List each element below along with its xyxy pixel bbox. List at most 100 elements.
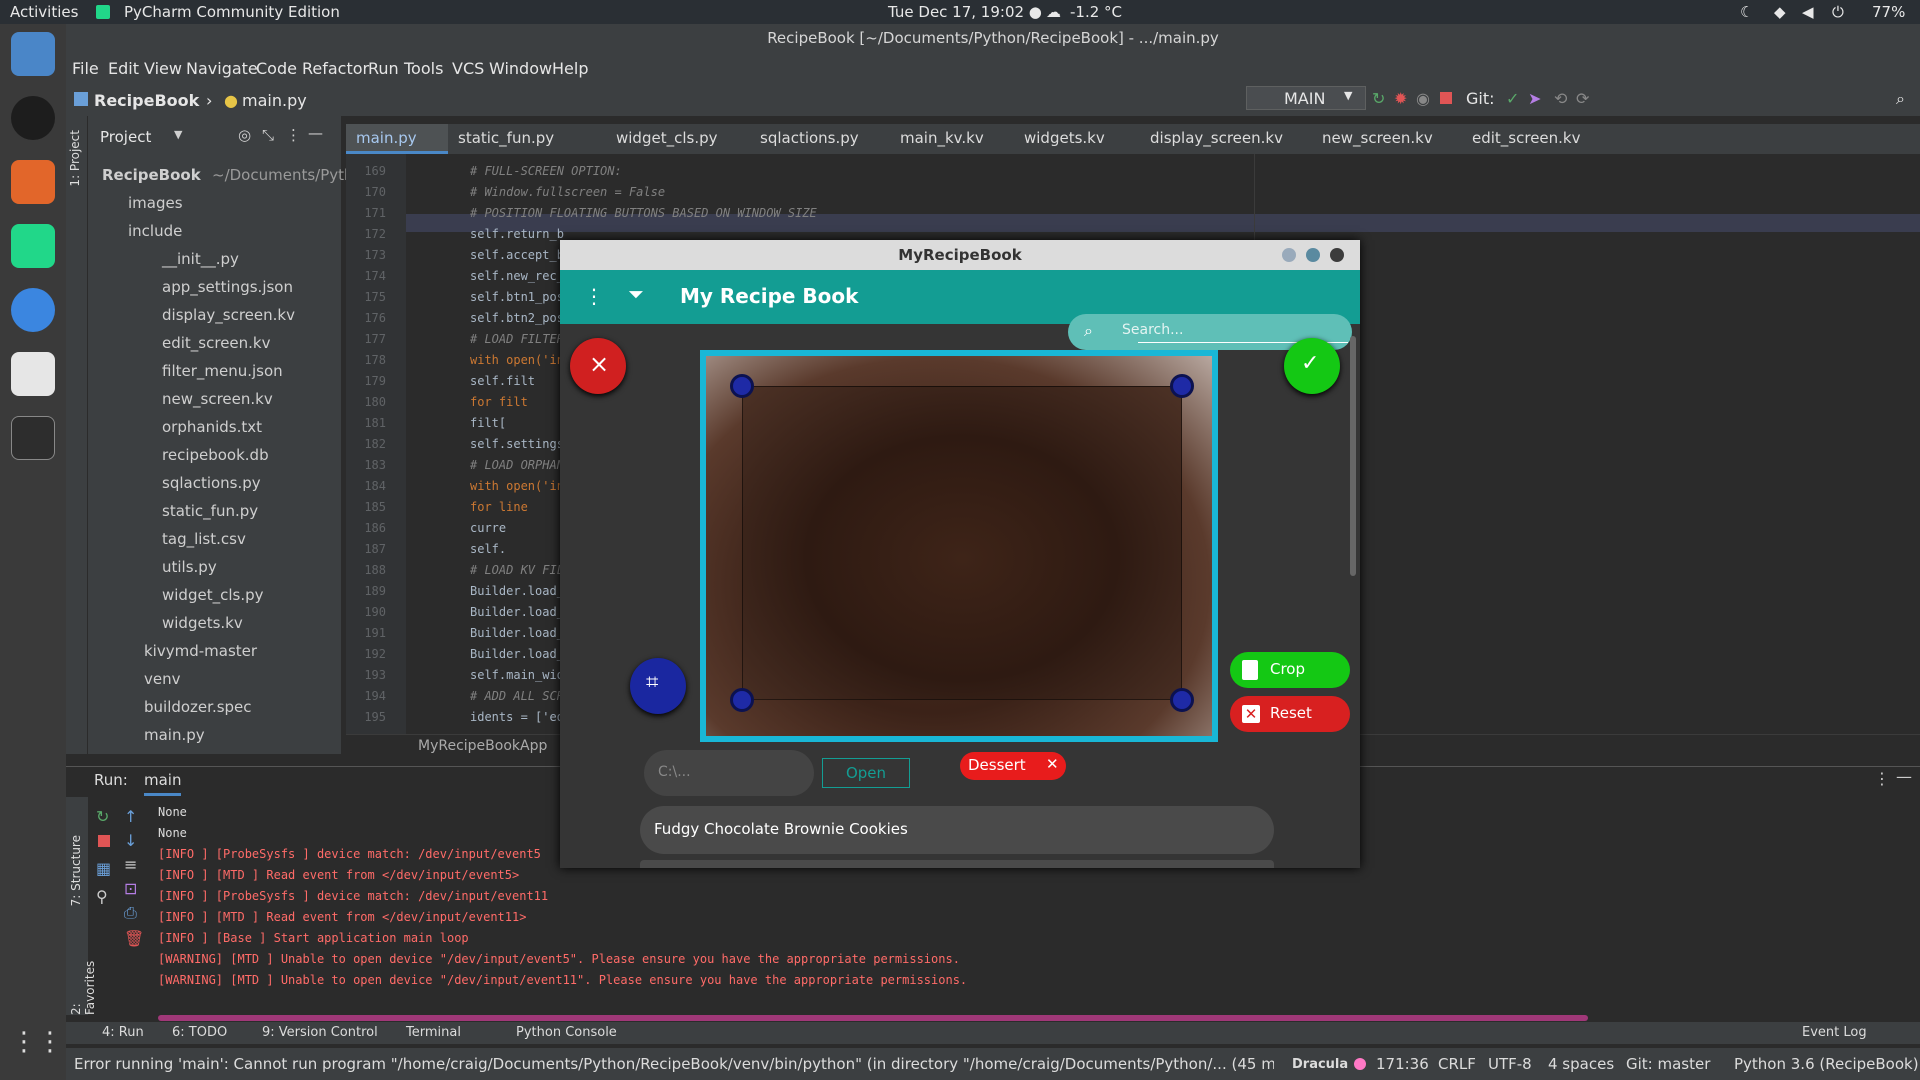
weather-temp[interactable]: -1.2 °C — [1070, 3, 1122, 21]
tree-file[interactable]: filter_menu.json — [162, 362, 283, 380]
search-input[interactable]: Search... — [1122, 322, 1183, 338]
app-menu[interactable]: PyCharm Community Edition — [124, 3, 340, 21]
soft-wrap-icon[interactable]: ≡ — [124, 855, 137, 874]
run-tab-main[interactable]: main — [144, 771, 182, 796]
editor-breadcrumb[interactable]: MyRecipeBookApp — [418, 738, 547, 754]
pin-icon[interactable]: ⚲ — [96, 887, 108, 906]
theme-label[interactable]: Dracula — [1292, 1057, 1348, 1072]
chromium-icon[interactable] — [11, 288, 55, 332]
crop-button[interactable]: Crop — [1230, 652, 1350, 688]
clock[interactable]: Tue Dec 17, 19:02 ● — [888, 3, 1042, 21]
crop-handle-top-left[interactable] — [730, 374, 754, 398]
gear-icon[interactable]: ⋮ — [286, 126, 301, 144]
line-separator[interactable]: CRLF — [1438, 1055, 1476, 1073]
menu-file[interactable]: File — [72, 59, 99, 78]
tab-widgets-kv[interactable]: widgets.kv — [1024, 129, 1105, 147]
rerun-icon[interactable]: ↻ — [96, 807, 109, 826]
tool-tab-event-log[interactable]: Event Log — [1802, 1025, 1867, 1040]
locate-icon[interactable]: ◎ — [238, 126, 251, 144]
side-tab-favorites[interactable]: 2: Favorites — [69, 953, 97, 1015]
reset-button[interactable]: ✕ Reset — [1230, 696, 1350, 732]
more-icon[interactable]: ⋮ — [1874, 769, 1890, 788]
tab-edit-screen[interactable]: edit_screen.kv — [1472, 129, 1581, 147]
horizontal-scrollbar[interactable] — [158, 1015, 1588, 1021]
git-branch[interactable]: Git: master — [1626, 1055, 1710, 1073]
tree-file[interactable]: orphanids.txt — [162, 418, 262, 436]
chip-close-icon[interactable]: ✕ — [1046, 755, 1059, 773]
close-window-icon[interactable] — [1330, 248, 1344, 262]
tree-file[interactable]: main.py — [144, 726, 205, 744]
tree-file[interactable]: recipebook.db — [162, 446, 269, 464]
app-scrollbar[interactable] — [1350, 336, 1356, 576]
project-view-title[interactable]: Project — [100, 128, 151, 146]
status-message[interactable]: Error running 'main': Cannot run program… — [74, 1055, 1274, 1073]
accept-fab[interactable]: ✓ — [1284, 338, 1340, 394]
tab-main-kv[interactable]: main_kv.kv — [900, 129, 984, 147]
trash-icon[interactable]: 🗑 — [124, 929, 144, 948]
tool-tab-todo[interactable]: 6: TODO — [172, 1025, 227, 1040]
crop-region[interactable] — [742, 386, 1182, 700]
menu-vcs[interactable]: VCS — [452, 59, 484, 78]
stop-icon[interactable] — [1440, 92, 1452, 104]
coverage-icon[interactable]: ◉ — [1416, 89, 1430, 108]
tree-item-venv[interactable]: venv — [144, 670, 181, 688]
debug-icon[interactable]: ✹ — [1394, 89, 1407, 108]
software-icon[interactable] — [11, 160, 55, 204]
scroll-end-icon[interactable]: ⊡ — [124, 879, 137, 898]
terminal-icon[interactable] — [11, 416, 55, 460]
tab-widget-cls[interactable]: widget_cls.py — [616, 129, 717, 147]
files-icon[interactable] — [11, 32, 55, 76]
side-tab-project[interactable]: 1: Project — [68, 130, 82, 187]
open-button[interactable]: Open — [822, 758, 910, 788]
tree-file[interactable]: widgets.kv — [162, 614, 243, 632]
tree-root[interactable]: RecipeBook — [102, 166, 201, 184]
breadcrumb-project[interactable]: RecipeBook — [94, 91, 199, 110]
side-tab-structure[interactable]: 7: Structure — [69, 835, 83, 906]
cancel-fab[interactable]: × — [570, 338, 626, 394]
menu-run[interactable]: Run — [368, 59, 399, 78]
tree-file[interactable]: utils.py — [162, 558, 217, 576]
path-input[interactable]: C:\... — [644, 750, 814, 796]
hide-icon[interactable]: — — [308, 124, 323, 142]
file-encoding[interactable]: UTF-8 — [1488, 1055, 1532, 1073]
tab-main[interactable]: main.py — [356, 129, 417, 147]
rollback-icon[interactable]: ⟳ — [1576, 89, 1589, 108]
tree-item-images[interactable]: images — [128, 194, 183, 212]
menu-view[interactable]: View — [144, 59, 182, 78]
tab-new-screen[interactable]: new_screen.kv — [1322, 129, 1433, 147]
crop-handle-bottom-left[interactable] — [730, 688, 754, 712]
pycharm-dock-icon[interactable] — [11, 224, 55, 268]
tab-display-screen[interactable]: display_screen.kv — [1150, 129, 1283, 147]
print-icon[interactable]: ⎙ — [124, 903, 137, 923]
crop-fab[interactable]: ⌗ — [630, 658, 686, 714]
maximize-window-icon[interactable] — [1306, 248, 1320, 262]
up-arrow-icon[interactable]: ↑ — [124, 807, 137, 826]
chevron-down-icon[interactable]: ▼ — [174, 128, 182, 141]
git-push-icon[interactable]: ➤ — [1528, 89, 1541, 108]
app-grid-icon[interactable]: ⋮⋮ — [11, 1020, 63, 1064]
tab-sqlactions[interactable]: sqlactions.py — [760, 129, 859, 147]
collapse-icon[interactable]: ⤡ — [262, 126, 274, 144]
minimize-window-icon[interactable] — [1282, 248, 1296, 262]
menu-navigate[interactable]: Navigate — [186, 59, 258, 78]
battery-percent[interactable]: 77% — [1872, 3, 1905, 21]
caret-position[interactable]: 171:36 — [1376, 1055, 1429, 1073]
search-everywhere-icon[interactable]: ⌕ — [1896, 89, 1905, 109]
crop-handle-bottom-right[interactable] — [1170, 688, 1194, 712]
history-icon[interactable]: ⟲ — [1554, 89, 1567, 108]
tool-tab-python-console[interactable]: Python Console — [516, 1025, 617, 1040]
tree-file[interactable]: edit_screen.kv — [162, 334, 271, 352]
tree-file[interactable]: new_screen.kv — [162, 390, 273, 408]
breadcrumb-file[interactable]: main.py — [242, 91, 307, 110]
tree-file[interactable]: display_screen.kv — [162, 306, 295, 324]
tool-tab-terminal[interactable]: Terminal — [406, 1025, 461, 1040]
interpreter[interactable]: Python 3.6 (RecipeBook) — [1734, 1055, 1919, 1073]
tree-item-include[interactable]: include — [128, 222, 182, 240]
stop-icon[interactable] — [98, 835, 110, 847]
tree-file[interactable]: app_settings.json — [162, 278, 293, 296]
recipe-name-field[interactable]: Fudgy Chocolate Brownie Cookies — [640, 806, 1274, 854]
tree-file[interactable]: widget_cls.py — [162, 586, 263, 604]
menu-dots-icon[interactable]: ⋮ — [584, 284, 604, 308]
music-icon[interactable] — [11, 96, 55, 140]
tag-chip[interactable]: Dessert ✕ — [960, 752, 1066, 780]
